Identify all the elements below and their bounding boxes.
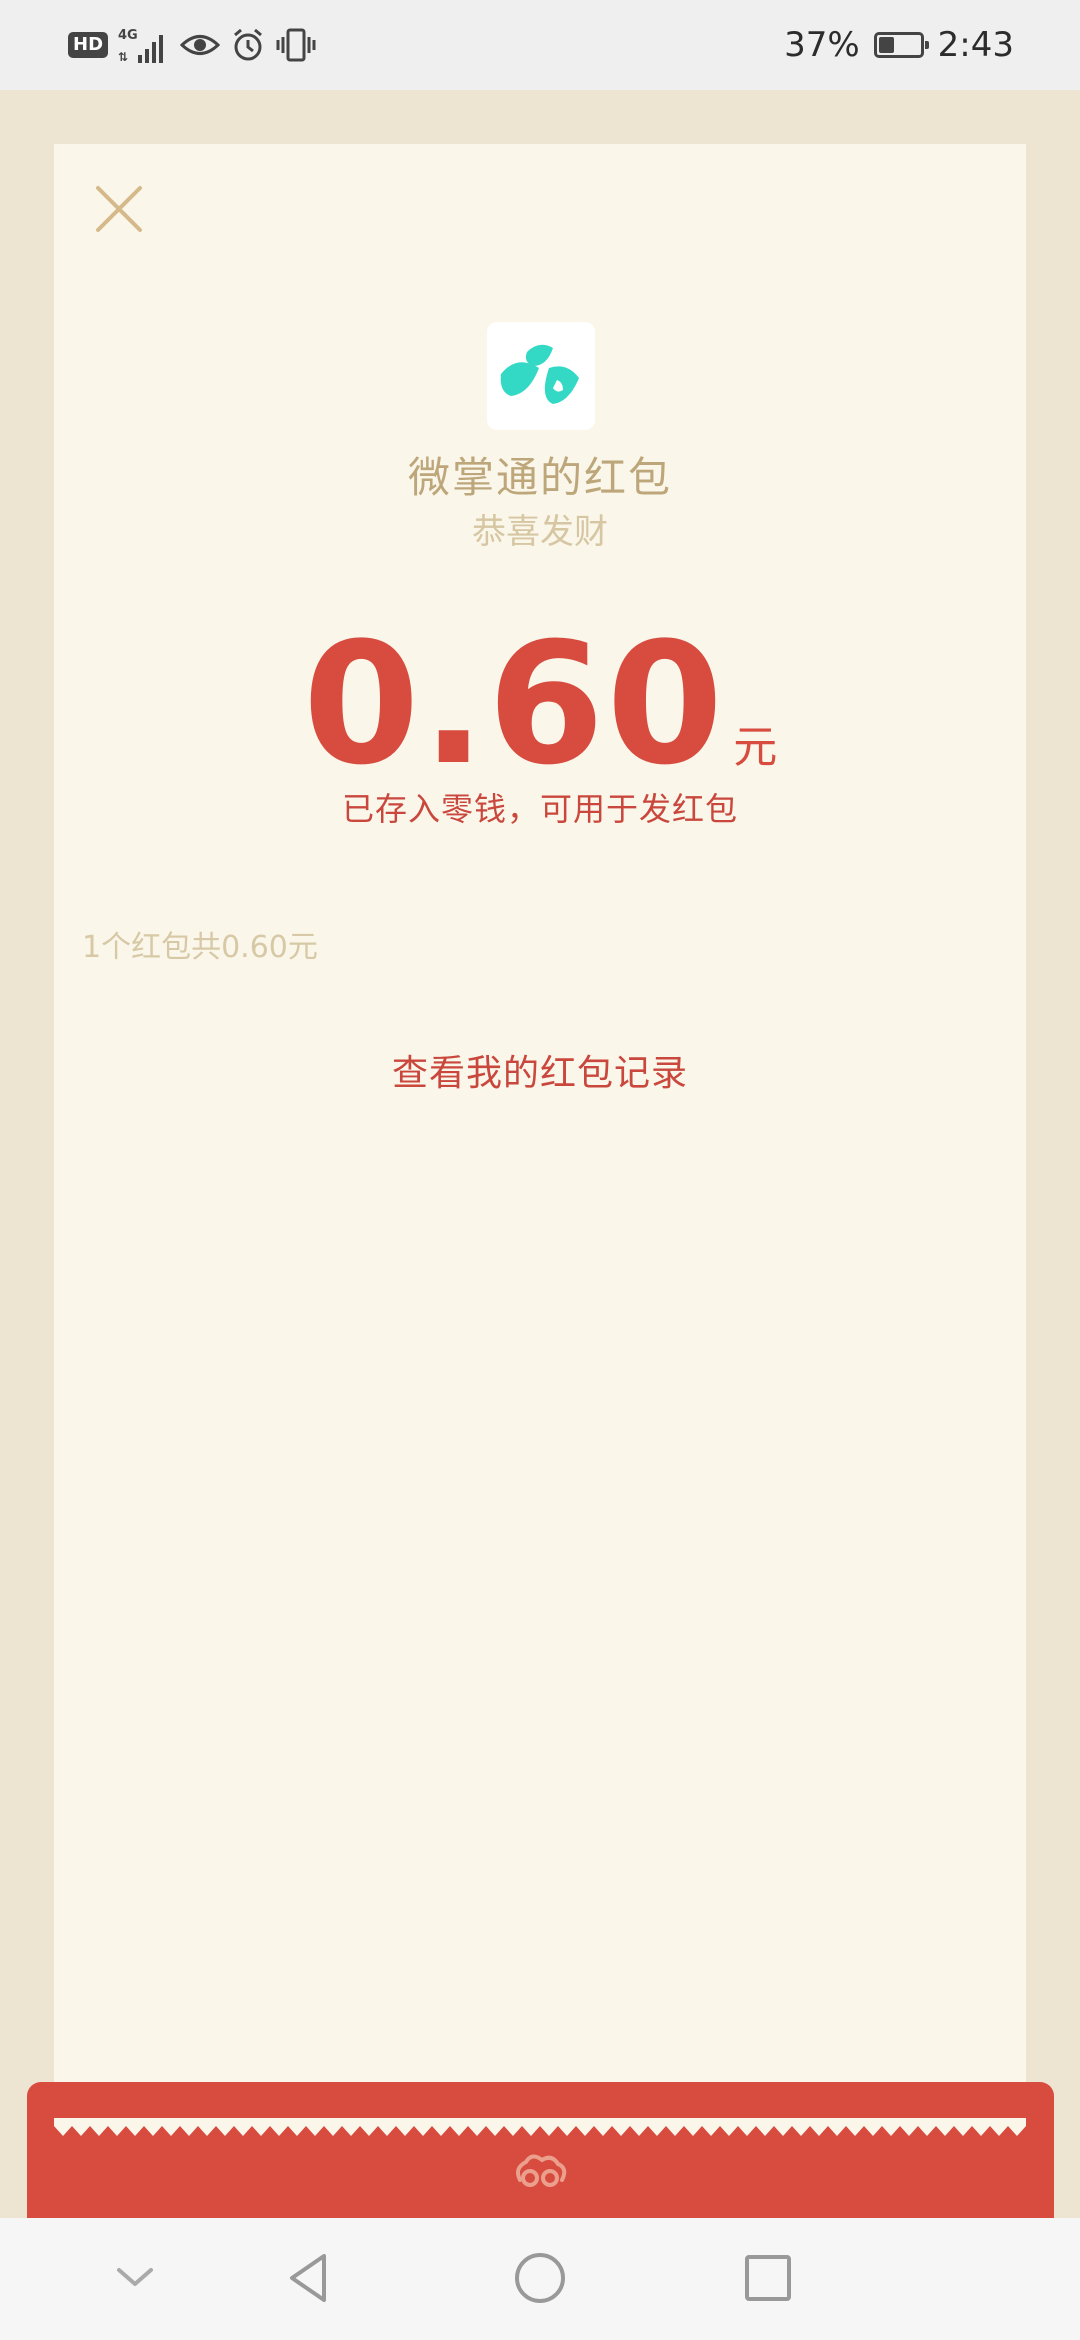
svg-text:4G: 4G: [118, 28, 138, 43]
status-icons-right: 37% 2:43: [784, 22, 1014, 68]
navigation-bar: [0, 2218, 1080, 2340]
cloud-icon: [516, 2154, 567, 2187]
battery-icon: [873, 32, 929, 58]
envelope-summary: 1个红包共0.60元: [82, 930, 318, 965]
sender-name: 微掌通的红包: [407, 453, 672, 502]
hd-icon: HD: [68, 32, 109, 58]
amount-value: 0.60: [302, 606, 726, 802]
amount-unit: 元: [733, 722, 778, 773]
amount-row: 0.60 元: [54, 604, 1026, 804]
deposit-note: 已存入零钱，可用于发红包: [341, 790, 738, 828]
back-icon[interactable]: [280, 2248, 340, 2308]
signal-4g-icon: 4G ⇅: [118, 28, 164, 64]
app-logo-icon: [500, 344, 579, 404]
greeting-text: 恭喜发财: [472, 512, 608, 552]
close-icon[interactable]: [90, 180, 148, 238]
home-icon[interactable]: [510, 2248, 570, 2308]
battery-percent: 37%: [784, 25, 860, 65]
clock: 2:43: [937, 25, 1014, 65]
view-records-link[interactable]: 查看我的红包记录: [54, 1044, 1026, 1096]
eye-icon: [180, 35, 221, 55]
svg-text:⇅: ⇅: [118, 50, 128, 64]
battery-fill: [878, 37, 894, 53]
app-logo: [487, 322, 595, 430]
status-icons-left: HD 4G ⇅: [68, 22, 316, 68]
vibrate-icon: [276, 28, 316, 62]
alarm-icon: [234, 28, 262, 61]
chevron-down-icon[interactable]: [105, 2248, 165, 2308]
red-envelope-card: 微掌通的红包 恭喜发财 0.60 元 已存入零钱，可用于发红包 1个红包共0.60…: [54, 144, 1026, 2144]
recents-icon[interactable]: [738, 2248, 798, 2308]
zigzag-edge: [54, 2118, 1026, 2136]
status-bar: HD 4G ⇅ 37% 2:43: [0, 0, 1080, 90]
